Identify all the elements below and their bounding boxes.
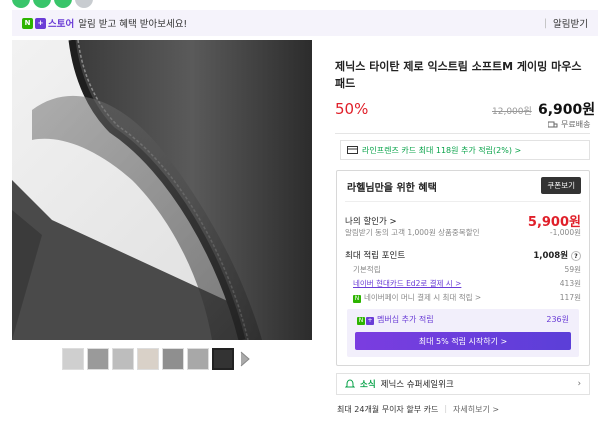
divider: [345, 201, 581, 202]
membership-value: 236원: [546, 315, 569, 324]
npay-points-value: 117원: [559, 293, 581, 302]
card-promo-link[interactable]: 라인프렌즈 카드 최대 118원 추가 적립(2%) >: [340, 140, 590, 160]
benefit-title: 라헬님만을 위한 혜택: [347, 183, 437, 194]
top-decor: [0, 0, 93, 8]
card-promo-text: 라인프렌즈 카드 최대 118원 추가 적립(2%) >: [362, 145, 522, 155]
npay-icon: N: [353, 295, 361, 303]
thumbnail[interactable]: [87, 348, 109, 370]
store-label: 스토어: [48, 19, 75, 30]
membership-box: N + 멤버십 추가 적립 236원 최대 5% 적립 시작하기 >: [347, 309, 579, 357]
alarm-discount-label: 알림받기 동의 고객 1,000원 상품중복할인: [345, 228, 480, 237]
thumbnail-strip: [62, 348, 253, 370]
bell-icon: [345, 379, 355, 388]
naver-n-icon: N: [22, 17, 33, 29]
thumbnail[interactable]: [137, 348, 159, 370]
chevron-right-icon: ›: [577, 379, 581, 389]
news-text: 제닉스 슈퍼세일위크: [380, 380, 454, 390]
product-title: 제닉스 타이탄 제로 익스트림 소프트M 게이밍 마우스패드: [335, 60, 582, 90]
credit-card-icon: [347, 146, 358, 154]
circle-decor: [54, 0, 72, 8]
hyundai-card-link[interactable]: 네이버 현대카드 Ed2로 결제 시 >: [353, 278, 461, 289]
npay-points-link[interactable]: N 네이버페이 머니 결제 시 최대 적립 >: [353, 292, 481, 303]
shipping-label: 무료배송: [561, 120, 591, 129]
basic-points-value: 59원: [564, 265, 581, 274]
sale-price: 6,900원: [538, 102, 596, 118]
divider: |: [543, 17, 548, 29]
mousepad-photo: [12, 40, 312, 340]
product-main-image: [12, 40, 312, 340]
installment-text: 최대 24개월 무이자 할부 카드: [337, 405, 439, 414]
thumbnail[interactable]: [112, 348, 134, 370]
thumbnail[interactable]: [187, 348, 209, 370]
membership-start-button[interactable]: 최대 5% 적립 시작하기 >: [355, 332, 571, 350]
divider: |: [444, 404, 448, 413]
divider: [335, 133, 590, 134]
plus-icon: +: [35, 17, 46, 29]
hyundai-card-value: 413원: [559, 279, 581, 288]
thumbnail-selected[interactable]: [212, 348, 234, 370]
basic-points-label: 기본적립: [353, 265, 381, 274]
installment-more-link[interactable]: 자세히보기 >: [453, 404, 499, 415]
discount-rate: 50%: [335, 100, 369, 118]
points-value: 1,008원 ?: [533, 249, 581, 261]
store-badge: N + 스토어: [22, 16, 74, 30]
news-tag: 소식: [360, 380, 376, 390]
points-label: 최대 적립 포인트: [345, 251, 406, 261]
subscribe-alert-button[interactable]: 알림받기: [553, 16, 588, 30]
circle-decor: [75, 0, 93, 8]
my-price-link[interactable]: 나의 할인가 >: [345, 215, 397, 227]
alarm-discount-value: -1,000원: [549, 228, 581, 237]
shipping-info: 무료배송: [548, 119, 590, 130]
membership-label: N + 멤버십 추가 적립: [357, 315, 434, 325]
banner-message: 알림 받고 혜택 받아보세요!: [78, 19, 188, 30]
naver-plus-icon: N +: [357, 317, 374, 325]
store-alert-banner: N + 스토어 알림 받고 혜택 받아보세요! | 알림받기: [12, 10, 598, 36]
thumbnail[interactable]: [162, 348, 184, 370]
truck-icon: [548, 121, 558, 127]
thumbnail-next-icon[interactable]: [237, 348, 253, 370]
circle-decor: [33, 0, 51, 8]
installment-info: 최대 24개월 무이자 할부 카드 | 자세히보기 >: [337, 404, 499, 415]
benefit-box: 라헬님만을 위한 혜택 쿠폰보기 나의 할인가 > 5,900원 알림받기 동의…: [336, 170, 590, 366]
circle-decor: [12, 0, 30, 8]
coupon-view-button[interactable]: 쿠폰보기: [541, 177, 581, 194]
original-price: 12,000원: [492, 107, 532, 117]
thumbnail[interactable]: [62, 348, 84, 370]
news-banner[interactable]: 소식 제닉스 슈퍼세일위크 ›: [336, 373, 590, 395]
help-icon[interactable]: ?: [571, 251, 581, 261]
